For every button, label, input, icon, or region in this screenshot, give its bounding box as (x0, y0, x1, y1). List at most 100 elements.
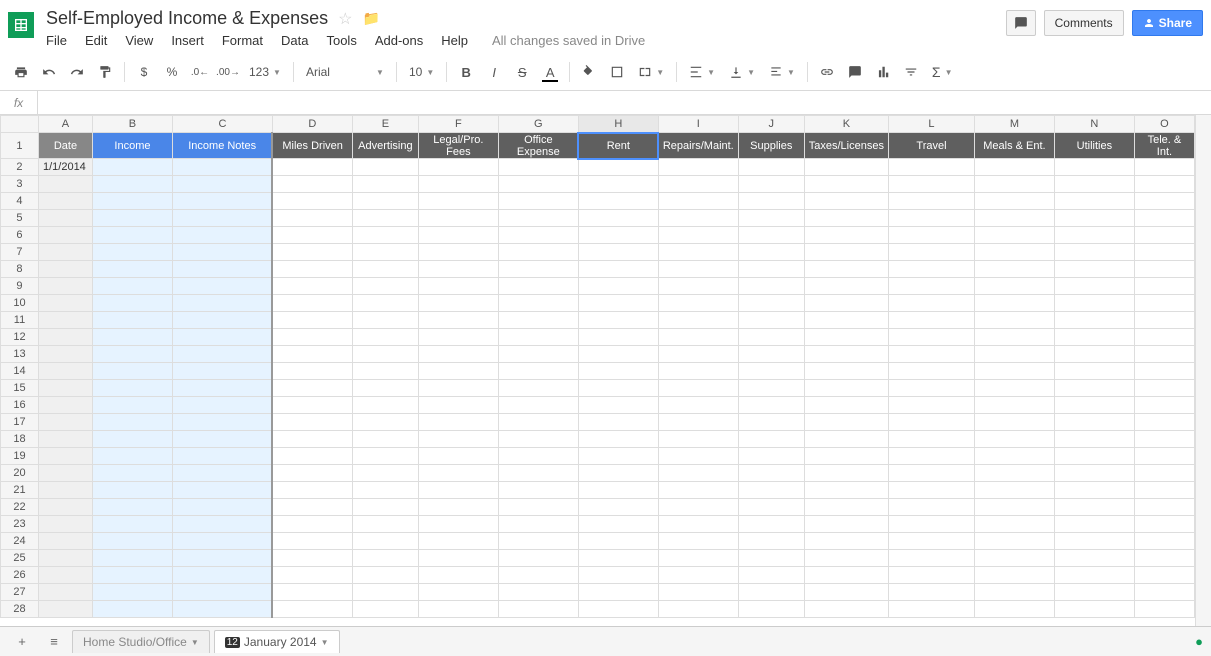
cell-F18[interactable] (418, 431, 498, 448)
cell-H18[interactable] (578, 431, 658, 448)
cell-O20[interactable] (1134, 465, 1194, 482)
cell-K6[interactable] (804, 227, 888, 244)
cell-B24[interactable] (92, 533, 172, 550)
cell-B2[interactable] (92, 159, 172, 176)
cell-N14[interactable] (1054, 363, 1134, 380)
cell-N21[interactable] (1054, 482, 1134, 499)
cell-D28[interactable] (272, 601, 352, 618)
number-format-dropdown[interactable]: 123▼ (243, 60, 287, 84)
cell-F20[interactable] (418, 465, 498, 482)
cell-G4[interactable] (498, 193, 578, 210)
cell-F28[interactable] (418, 601, 498, 618)
cell-A28[interactable] (38, 601, 92, 618)
cell-I14[interactable] (658, 363, 738, 380)
cell-H28[interactable] (578, 601, 658, 618)
cell-E17[interactable] (352, 414, 418, 431)
cell-E27[interactable] (352, 584, 418, 601)
cell-D21[interactable] (272, 482, 352, 499)
cell-H7[interactable] (578, 244, 658, 261)
cell-B5[interactable] (92, 210, 172, 227)
cell-B13[interactable] (92, 346, 172, 363)
currency-button[interactable]: $ (131, 60, 157, 84)
row-header-17[interactable]: 17 (1, 414, 39, 431)
cell-I3[interactable] (658, 176, 738, 193)
cell-D24[interactable] (272, 533, 352, 550)
cell-J6[interactable] (738, 227, 804, 244)
cell-B4[interactable] (92, 193, 172, 210)
row-header-5[interactable]: 5 (1, 210, 39, 227)
cell-N19[interactable] (1054, 448, 1134, 465)
cell-D14[interactable] (272, 363, 352, 380)
cell-M15[interactable] (974, 380, 1054, 397)
cell-C20[interactable] (172, 465, 272, 482)
cell-N18[interactable] (1054, 431, 1134, 448)
cell-C7[interactable] (172, 244, 272, 261)
cell-C5[interactable] (172, 210, 272, 227)
cell-E21[interactable] (352, 482, 418, 499)
cell-G3[interactable] (498, 176, 578, 193)
paint-format-icon[interactable] (92, 60, 118, 84)
cell-L7[interactable] (888, 244, 974, 261)
cell-N8[interactable] (1054, 261, 1134, 278)
cell-K14[interactable] (804, 363, 888, 380)
cell-M10[interactable] (974, 295, 1054, 312)
cell-J28[interactable] (738, 601, 804, 618)
row-header-8[interactable]: 8 (1, 261, 39, 278)
cell-K19[interactable] (804, 448, 888, 465)
cell-M22[interactable] (974, 499, 1054, 516)
cell-D22[interactable] (272, 499, 352, 516)
cell-M21[interactable] (974, 482, 1054, 499)
cell-K5[interactable] (804, 210, 888, 227)
cell-D26[interactable] (272, 567, 352, 584)
cell-L28[interactable] (888, 601, 974, 618)
cell-J17[interactable] (738, 414, 804, 431)
cell-K28[interactable] (804, 601, 888, 618)
cell-H12[interactable] (578, 329, 658, 346)
header-cell-G1[interactable]: Office Expense (498, 133, 578, 159)
cell-G26[interactable] (498, 567, 578, 584)
cell-K2[interactable] (804, 159, 888, 176)
cell-J9[interactable] (738, 278, 804, 295)
cell-E14[interactable] (352, 363, 418, 380)
cell-F7[interactable] (418, 244, 498, 261)
cell-D9[interactable] (272, 278, 352, 295)
cell-A26[interactable] (38, 567, 92, 584)
cell-O7[interactable] (1134, 244, 1194, 261)
font-dropdown[interactable]: Arial▼ (300, 60, 390, 84)
cell-B26[interactable] (92, 567, 172, 584)
select-all-corner[interactable] (1, 116, 39, 133)
cell-G27[interactable] (498, 584, 578, 601)
cell-N23[interactable] (1054, 516, 1134, 533)
cell-O18[interactable] (1134, 431, 1194, 448)
cell-K9[interactable] (804, 278, 888, 295)
cell-D15[interactable] (272, 380, 352, 397)
cell-A20[interactable] (38, 465, 92, 482)
cell-K25[interactable] (804, 550, 888, 567)
cell-C23[interactable] (172, 516, 272, 533)
cell-B9[interactable] (92, 278, 172, 295)
cell-N12[interactable] (1054, 329, 1134, 346)
cell-M24[interactable] (974, 533, 1054, 550)
cell-B6[interactable] (92, 227, 172, 244)
cell-A12[interactable] (38, 329, 92, 346)
cell-G22[interactable] (498, 499, 578, 516)
cell-B21[interactable] (92, 482, 172, 499)
cell-O6[interactable] (1134, 227, 1194, 244)
insert-link-icon[interactable] (814, 60, 840, 84)
cell-N3[interactable] (1054, 176, 1134, 193)
cell-C28[interactable] (172, 601, 272, 618)
cell-L15[interactable] (888, 380, 974, 397)
comments-button[interactable]: Comments (1044, 10, 1124, 36)
column-header-D[interactable]: D (272, 116, 352, 133)
cell-B19[interactable] (92, 448, 172, 465)
row-header-12[interactable]: 12 (1, 329, 39, 346)
cell-E15[interactable] (352, 380, 418, 397)
fill-color-icon[interactable] (576, 60, 602, 84)
cell-M8[interactable] (974, 261, 1054, 278)
text-color-icon[interactable]: A (537, 60, 563, 84)
cell-L25[interactable] (888, 550, 974, 567)
cell-I2[interactable] (658, 159, 738, 176)
cell-F4[interactable] (418, 193, 498, 210)
column-header-J[interactable]: J (738, 116, 804, 133)
cell-C12[interactable] (172, 329, 272, 346)
